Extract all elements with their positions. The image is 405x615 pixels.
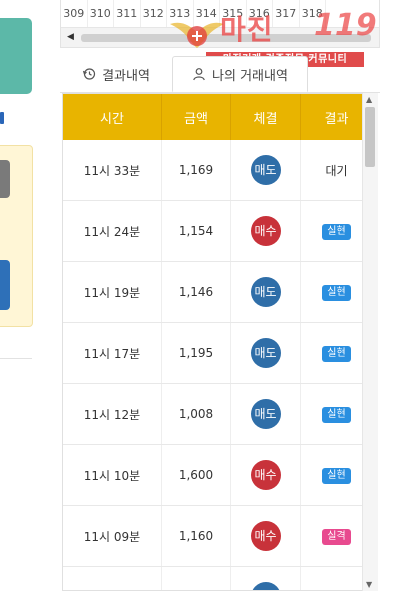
cell-trade: 매도	[230, 140, 301, 201]
cell-trade: 매수	[230, 200, 301, 262]
buy-circle: 매수	[250, 460, 281, 490]
history-icon	[83, 68, 96, 80]
table-body: 11시 33분 1,169 매도 대기 11시 24분 1,154 매수 실현 11시 19분 1…	[63, 140, 372, 592]
cell-amount: 1,195	[161, 322, 231, 384]
sell-circle: 매도	[250, 155, 281, 185]
tab-result-history[interactable]: 결과내역	[60, 56, 172, 92]
time-text: 11시 17분	[83, 346, 141, 361]
result-badge: 실현	[322, 467, 351, 484]
left-blue-button[interactable]	[0, 260, 10, 310]
result-badge: 실현	[322, 284, 351, 301]
watermark-title: 마진	[220, 13, 274, 46]
cell-trade: 매수	[230, 444, 301, 506]
amount-text: 1,600	[178, 468, 214, 482]
left-teal-block[interactable]	[0, 18, 32, 94]
buy-circle: 매수	[250, 216, 281, 246]
sell-circle: 매도	[250, 399, 281, 429]
table-row: 11시 33분 1,169 매도 대기	[63, 140, 372, 201]
time-text: 11시 10분	[83, 468, 141, 483]
result-badge: 실격	[322, 528, 351, 545]
amount-text: 1,154	[178, 224, 214, 238]
amount-text: 1,008	[178, 407, 214, 421]
amount-text: 1,160	[178, 529, 214, 543]
left-blue-marker	[0, 112, 4, 124]
amount-text: 1,195	[178, 346, 214, 360]
wing-emblem-icon	[170, 22, 224, 48]
round-number[interactable]: 309	[61, 0, 88, 27]
cell-trade: 매수	[230, 505, 301, 567]
cell-time: 11시 33분	[63, 140, 162, 201]
result-badge: 실현	[322, 589, 351, 590]
time-text: 11시 24분	[83, 224, 141, 239]
cell-time: 11시 08분	[63, 566, 162, 592]
vertical-scroll-thumb[interactable]	[365, 107, 375, 167]
watermark-number: 119	[314, 8, 377, 43]
cell-trade: 매도	[230, 261, 301, 323]
cell-amount: 1,169	[161, 140, 231, 201]
cell-amount: 1,160	[161, 505, 231, 567]
caret-down-icon[interactable]: ▼	[366, 580, 372, 589]
round-number[interactable]: 310	[88, 0, 114, 27]
sell-circle: 매도	[250, 338, 281, 368]
amount-text: 1,169	[178, 163, 214, 177]
round-number[interactable]: 311	[114, 0, 141, 27]
tab-label: 결과내역	[102, 68, 150, 84]
result-badge: 실현	[322, 345, 351, 362]
cell-time: 11시 24분	[63, 200, 162, 262]
table-row: 11시 24분 1,154 매수 실현	[63, 200, 372, 262]
cell-trade: 매도	[230, 322, 301, 384]
column-header-trade: 체결	[230, 94, 301, 140]
amount-text: 1,000	[179, 590, 213, 591]
time-text: 11시 19분	[83, 285, 141, 300]
cell-amount: 1,146	[161, 261, 231, 323]
caret-left-icon[interactable]: ◀	[67, 32, 74, 42]
table-row: 11시 19분 1,146 매도 실현	[63, 261, 372, 323]
cell-trade: 매도	[230, 566, 301, 590]
cell-amount: 1,600	[161, 444, 231, 506]
time-text: 11시 09분	[83, 529, 141, 544]
table-row: 11시 17분 1,195 매도 실현	[63, 322, 372, 384]
cell-amount: 1,008	[161, 383, 231, 445]
vertical-scrollbar[interactable]: ▲ ▼	[362, 93, 378, 591]
tab-label: 나의 거래내역	[212, 68, 288, 84]
table-row: 11시 10분 1,600 매수 실현	[63, 444, 372, 506]
result-badge: 실현	[322, 223, 351, 240]
result-status-text: 대기	[325, 163, 348, 178]
cell-amount: 1,000	[161, 566, 231, 591]
cell-amount: 1,154	[161, 200, 231, 262]
result-badge: 실현	[322, 406, 351, 423]
column-header-amount: 금액	[161, 94, 231, 140]
time-text: 11시 12분	[83, 407, 141, 422]
table-row: 11시 09분 1,160 매수 실격	[63, 505, 372, 567]
sell-circle: 매도	[250, 277, 281, 307]
left-panel	[0, 0, 34, 360]
time-text: 11시 08분	[84, 591, 140, 592]
sell-circle: 매도	[250, 582, 281, 590]
trade-history-table: 시간 금액 체결 결과 11시 33분 1,169 매도 대기 11시 24분 1,154…	[62, 93, 378, 591]
caret-up-icon[interactable]: ▲	[366, 95, 372, 104]
table-row: 11시 08분 1,000 매도실현	[63, 566, 372, 592]
column-header-time: 시간	[63, 94, 162, 140]
left-gray-button[interactable]	[0, 160, 10, 198]
time-text: 11시 33분	[83, 163, 141, 178]
history-tabs: 결과내역 나의 거래내역	[60, 56, 380, 93]
table-row: 11시 12분 1,008 매도 실현	[63, 383, 372, 445]
table-header-row: 시간 금액 체결 결과	[63, 94, 372, 140]
cell-time: 11시 09분	[63, 505, 162, 567]
cell-time: 11시 19분	[63, 261, 162, 323]
tab-my-trades[interactable]: 나의 거래내역	[172, 56, 308, 92]
cell-time: 11시 10분	[63, 444, 162, 506]
user-icon	[193, 68, 205, 81]
buy-circle: 매수	[250, 521, 281, 551]
cell-trade: 매도	[230, 383, 301, 445]
amount-text: 1,146	[178, 285, 214, 299]
left-divider	[0, 358, 32, 359]
cell-time: 11시 12분	[63, 383, 162, 445]
cell-time: 11시 17분	[63, 322, 162, 384]
